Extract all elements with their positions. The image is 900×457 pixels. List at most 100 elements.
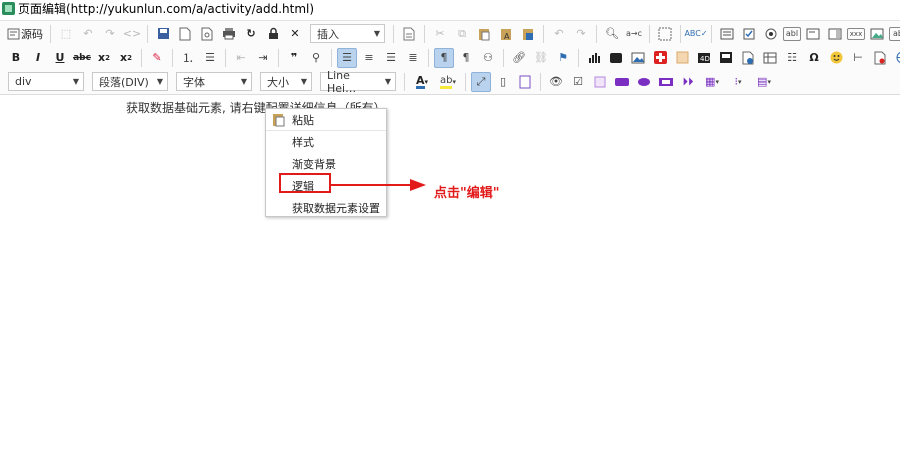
spellcheck-icon[interactable]: ABC✓ xyxy=(684,24,707,44)
paste-word-icon[interactable] xyxy=(518,24,538,44)
font-dropdown[interactable]: 字体 ▼ xyxy=(176,72,252,91)
indent-icon[interactable]: ⇥ xyxy=(253,48,273,68)
chart-icon[interactable] xyxy=(584,48,604,68)
link-icon[interactable]: 🔗︎ xyxy=(509,48,529,68)
binoculars-icon[interactable]: ⚲ xyxy=(306,48,326,68)
subscript-icon[interactable]: x2 xyxy=(94,48,114,68)
textfield-icon[interactable]: abl xyxy=(783,26,801,41)
select-field-icon[interactable] xyxy=(825,24,845,44)
new-page-icon[interactable] xyxy=(175,24,195,44)
unlink-icon[interactable]: ⛓ xyxy=(531,48,551,68)
paste-text-icon[interactable]: A xyxy=(496,24,516,44)
lock-icon[interactable] xyxy=(263,24,283,44)
context-menu-label: 粘贴 xyxy=(292,113,314,127)
align-center-icon[interactable]: ≡ xyxy=(359,48,379,68)
iframe-icon[interactable] xyxy=(870,48,890,68)
show-blocks-icon[interactable]: ▯ xyxy=(493,72,513,92)
separator xyxy=(596,24,597,43)
button-field-icon[interactable]: xxx xyxy=(847,27,865,40)
blockquote-icon[interactable]: ❞ xyxy=(284,48,304,68)
paragraph-format-dropdown[interactable]: 段落(DIV) ▼ xyxy=(92,72,168,91)
context-menu-item-style[interactable]: 样式 xyxy=(266,131,386,153)
highlight-color-icon[interactable]: ab ▾ xyxy=(436,72,460,92)
select-all-box-icon[interactable] xyxy=(655,24,675,44)
redo-icon[interactable]: ↷ xyxy=(100,24,120,44)
numbered-list-icon[interactable]: ⒈ xyxy=(178,48,198,68)
block-editor-icon[interactable] xyxy=(515,72,535,92)
undo-icon[interactable]: ↶ xyxy=(78,24,98,44)
bold-icon[interactable]: B xyxy=(6,48,26,68)
code-icon[interactable]: <> xyxy=(122,24,142,44)
hidden-field-icon[interactable]: ab xyxy=(889,26,900,41)
copy-icon[interactable]: ⧉ xyxy=(452,24,472,44)
line-height-dropdown[interactable]: Line Hei… ▼ xyxy=(320,69,396,95)
select-all-icon[interactable]: ⬚ xyxy=(56,24,76,44)
separator xyxy=(711,24,712,43)
widget-list-icon[interactable]: ⁝ ▾ xyxy=(726,72,750,92)
page-break-icon[interactable]: ⊢ xyxy=(848,48,868,68)
page-info-icon[interactable] xyxy=(738,48,758,68)
context-menu-item-gradient[interactable]: 渐变背景 xyxy=(266,153,386,175)
paste-icon[interactable] xyxy=(474,24,494,44)
horizontal-rule-icon[interactable]: ☷ xyxy=(782,48,802,68)
underline-icon[interactable]: U xyxy=(50,48,70,68)
div-dropdown[interactable]: div ▼ xyxy=(8,72,84,91)
bulleted-list-icon[interactable]: ☰ xyxy=(200,48,220,68)
align-left-icon[interactable]: ☰ xyxy=(337,47,357,68)
widget-grid-icon[interactable]: ▦ ▾ xyxy=(700,72,724,92)
widget-circle-icon[interactable] xyxy=(634,72,654,92)
check-task-icon[interactable]: ☑ xyxy=(568,72,588,92)
find-icon[interactable]: 🔍︎ xyxy=(602,24,622,44)
print-icon[interactable] xyxy=(219,24,239,44)
undo-arrow-icon[interactable]: ↶ xyxy=(549,24,569,44)
widget-badge-icon[interactable] xyxy=(612,72,632,92)
font-size-dropdown[interactable]: 大小 ▼ xyxy=(260,72,312,91)
table-icon[interactable] xyxy=(760,48,780,68)
eye-icon[interactable]: 👁︎ xyxy=(546,72,566,92)
preview-icon[interactable] xyxy=(197,24,217,44)
special-char-icon[interactable]: Ω xyxy=(804,48,824,68)
strikethrough-icon[interactable]: abc xyxy=(72,48,92,68)
media-icon[interactable]: 4D xyxy=(694,48,714,68)
image-icon[interactable] xyxy=(628,48,648,68)
insert-dropdown[interactable]: 插入 ▼ xyxy=(310,24,385,43)
form-icon[interactable] xyxy=(717,24,737,44)
globe-icon[interactable] xyxy=(892,48,900,68)
text-direction-ltr-icon[interactable]: ¶ xyxy=(434,47,454,68)
context-menu-item-paste[interactable]: 粘贴 xyxy=(266,109,386,131)
language-icon[interactable]: ⚇ xyxy=(478,48,498,68)
align-right-icon[interactable]: ☰ xyxy=(381,48,401,68)
source-button[interactable]: 源码 xyxy=(4,24,46,44)
embed-icon[interactable] xyxy=(716,48,736,68)
widget-rect-icon[interactable] xyxy=(656,72,676,92)
text-color-icon[interactable]: A ▾ xyxy=(410,72,434,92)
italic-icon[interactable]: I xyxy=(28,48,48,68)
text-direction-rtl-icon[interactable]: ¶ xyxy=(456,48,476,68)
checkbox-icon[interactable] xyxy=(739,24,759,44)
separator xyxy=(465,72,466,91)
textarea-icon[interactable] xyxy=(803,24,823,44)
radio-icon[interactable] xyxy=(761,24,781,44)
close-icon[interactable]: ✕ xyxy=(285,24,305,44)
template-widget-icon[interactable] xyxy=(590,72,610,92)
anchor-icon[interactable]: ⚑ xyxy=(553,48,573,68)
video-icon[interactable] xyxy=(606,48,626,68)
template-icon[interactable] xyxy=(399,24,419,44)
redo-arrow-icon[interactable]: ↷ xyxy=(571,24,591,44)
refresh-icon[interactable]: ↻ xyxy=(241,24,261,44)
image-button-icon[interactable] xyxy=(867,24,887,44)
maximize-icon[interactable]: ⤢ xyxy=(471,71,491,92)
widget-arrows-icon[interactable]: ⏵⏵ xyxy=(678,72,698,92)
context-menu-item-data-settings[interactable]: 获取数据元素设置 xyxy=(266,197,386,219)
replace-icon[interactable]: a→c xyxy=(624,24,644,44)
plus-icon[interactable] xyxy=(650,48,670,68)
align-justify-icon[interactable]: ≣ xyxy=(403,48,423,68)
widget-table-icon[interactable]: ▤ ▾ xyxy=(752,72,776,92)
smiley-icon[interactable] xyxy=(826,48,846,68)
remove-format-icon[interactable]: ✎ xyxy=(147,48,167,68)
save-icon[interactable] xyxy=(153,24,173,44)
superscript-icon[interactable]: x2 xyxy=(116,48,136,68)
cut-icon[interactable]: ✂ xyxy=(430,24,450,44)
outdent-icon[interactable]: ⇤ xyxy=(231,48,251,68)
flash-icon[interactable] xyxy=(672,48,692,68)
